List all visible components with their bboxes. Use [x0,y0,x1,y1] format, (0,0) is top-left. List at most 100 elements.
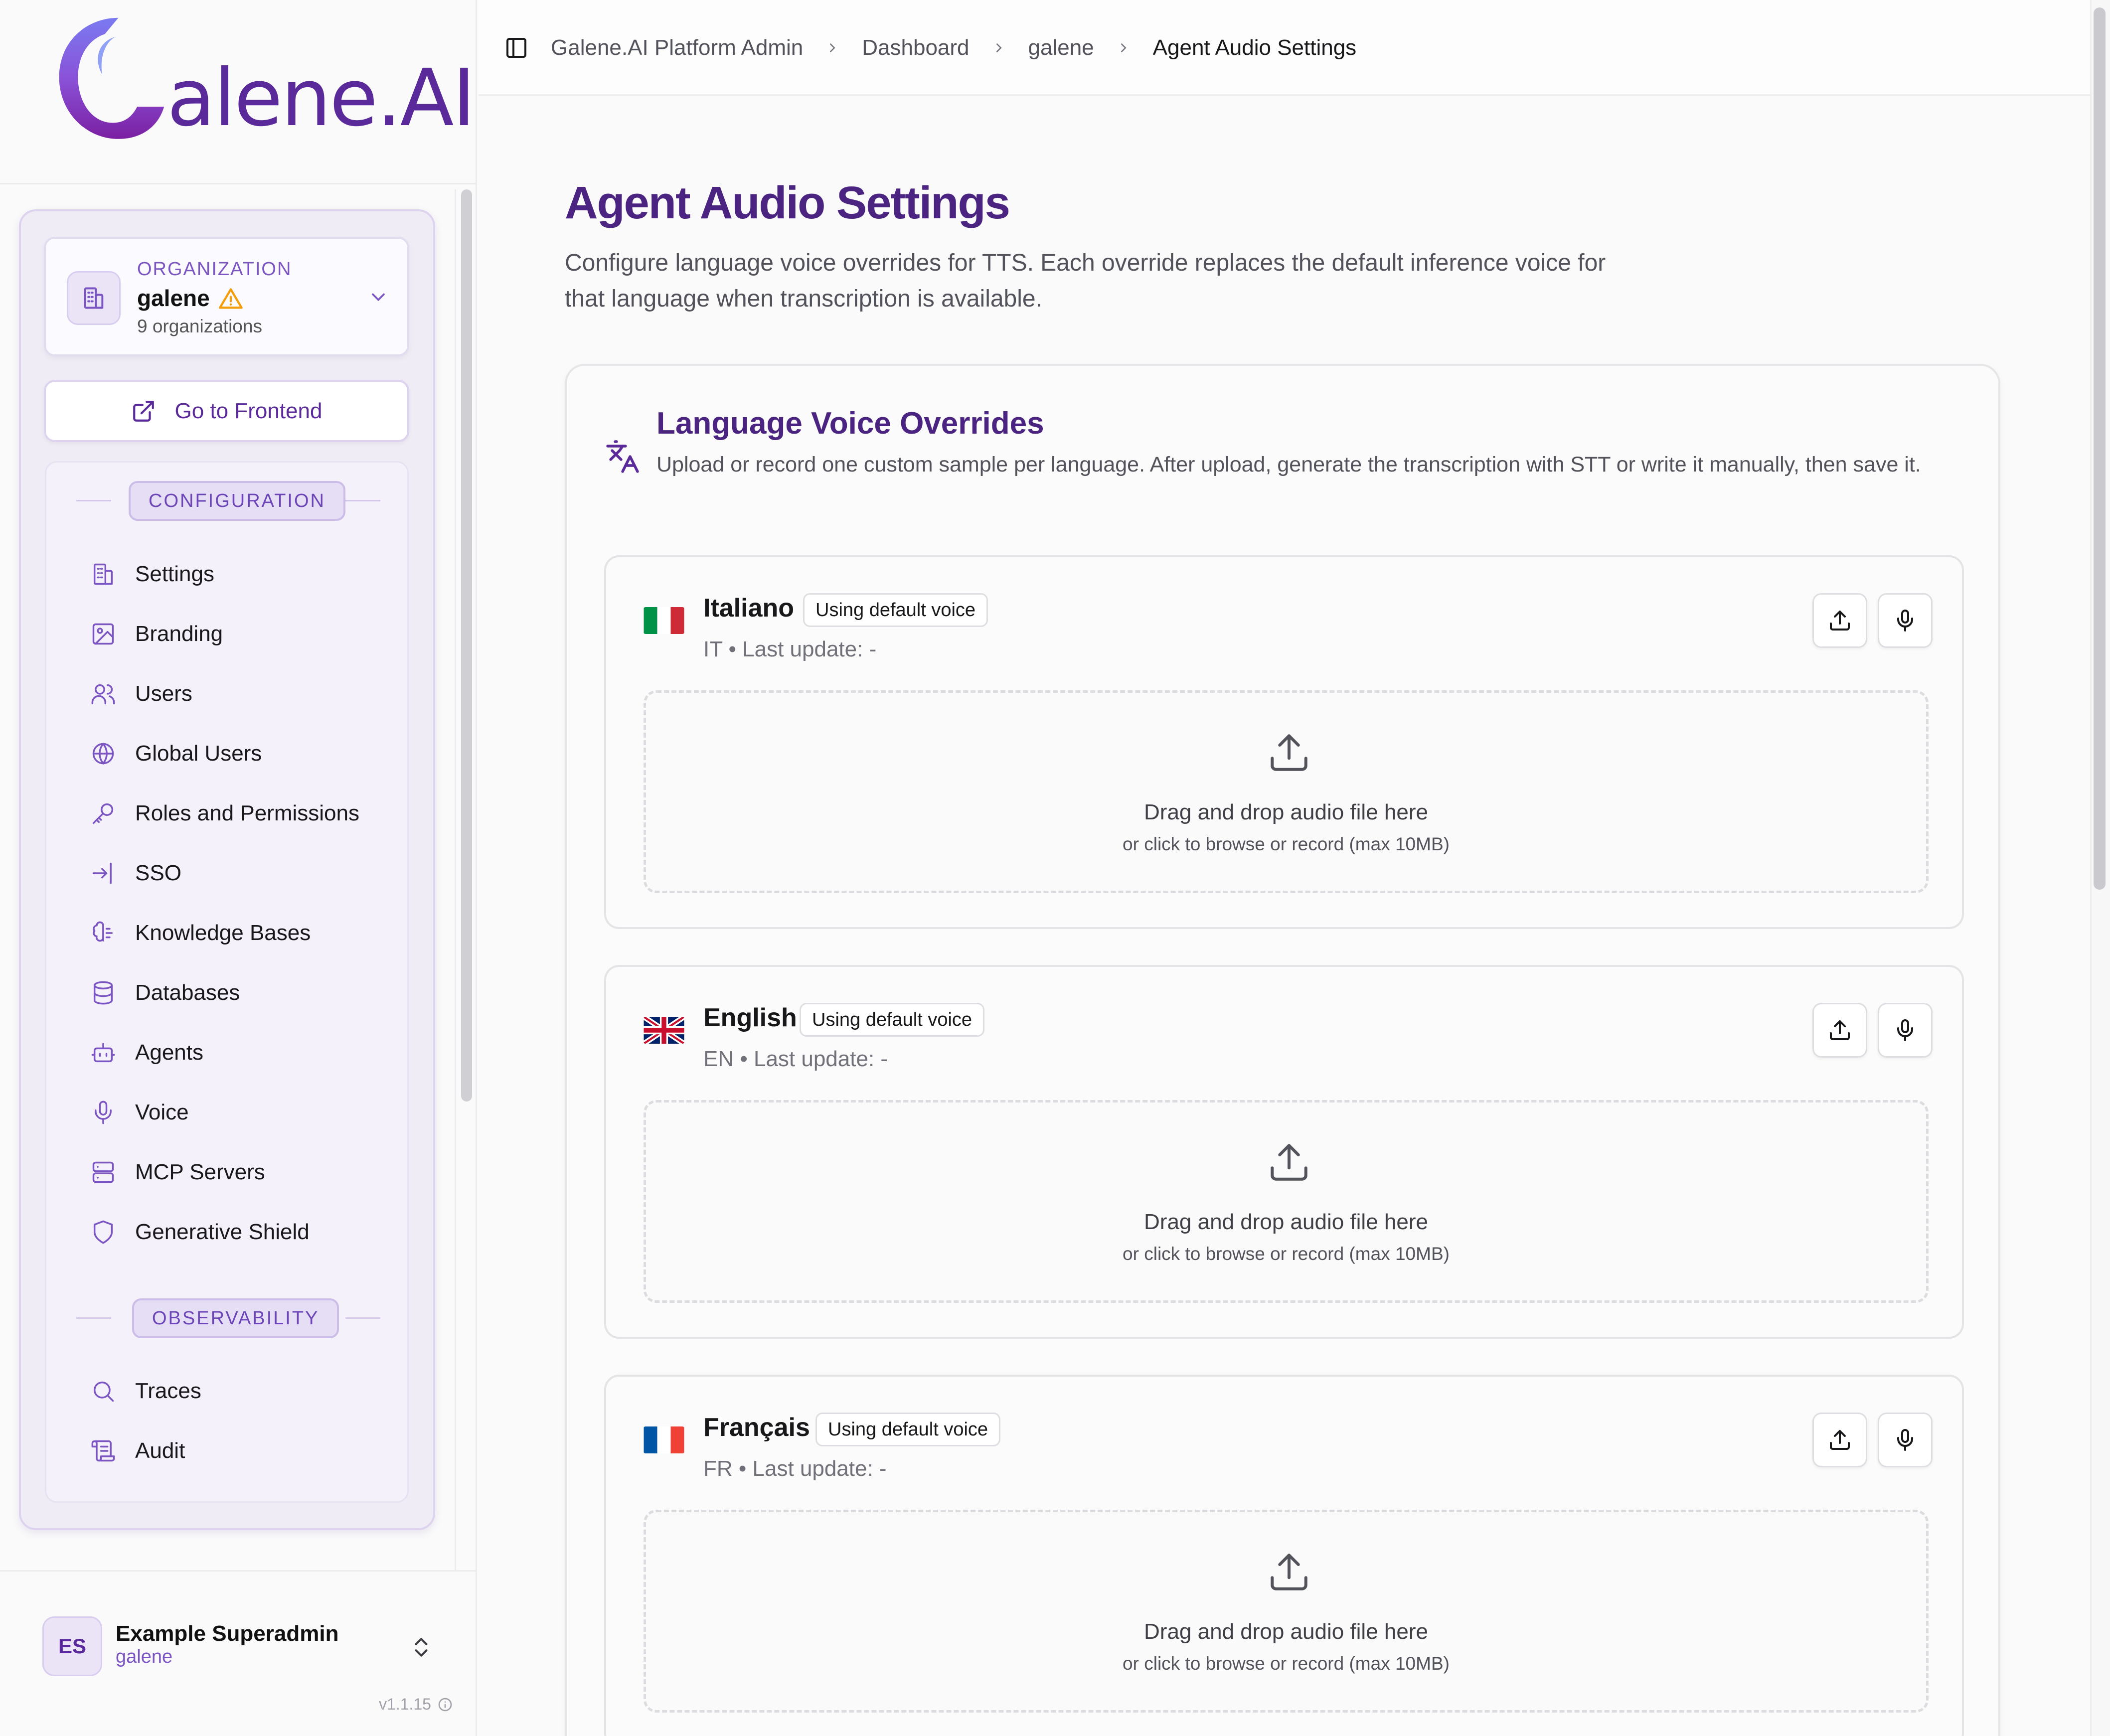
languages-icon [606,440,639,473]
warning-icon [219,288,243,309]
chevron-down-icon [372,293,385,302]
sidebar-item-users[interactable]: Users [90,671,409,716]
italy-flag-icon [644,607,684,634]
upload-button[interactable] [1812,593,1867,648]
upload-icon [1830,1020,1850,1040]
language-override-english: English Using default voice EN • Last up… [604,965,1964,1339]
sidebar-item-label: MCP Servers [135,1160,265,1184]
building-icon [67,271,121,325]
breadcrumb-item[interactable]: galene [1028,35,1094,60]
upload-icon [1271,734,1307,771]
page-description-line: that language when transcription is avai… [565,286,1042,312]
breadcrumb-item[interactable]: Dashboard [862,35,969,60]
card-description: Upload or record one custom sample per l… [656,453,1921,476]
france-flag-icon [644,1426,684,1453]
upload-button[interactable] [1812,1003,1867,1058]
organization-label: ORGANIZATION [137,259,292,280]
sidebar-item-sso[interactable]: SSO [90,851,409,896]
sidebar-item-settings[interactable]: Settings [90,552,409,597]
sidebar-item-label: Knowledge Bases [135,921,311,945]
dropzone-subtitle: or click to browse or record (max 10MB) [1123,1244,1450,1264]
sidebar-item-roles-and-permissions[interactable]: Roles and Permissions [90,791,409,836]
audio-dropzone[interactable]: Drag and drop audio file here or click t… [644,1510,1929,1713]
sidebar-item-label: Roles and Permissions [135,801,359,825]
dropzone-title: Drag and drop audio file here [1144,1619,1428,1644]
organization-switcher[interactable]: ORGANIZATION galene 9 organizations [44,237,409,356]
dropzone-title: Drag and drop audio file here [1144,800,1428,824]
audio-dropzone[interactable]: Drag and drop audio file here or click t… [644,690,1929,893]
dropzone-subtitle: or click to browse or record (max 10MB) [1123,834,1450,854]
mic-icon [1897,1019,1913,1041]
chevrons-up-down-icon[interactable] [409,1632,434,1662]
language-name: Italiano [703,594,795,623]
record-button[interactable] [1878,1413,1933,1467]
go-to-frontend-label: Go to Frontend [174,398,323,423]
login-icon [92,862,112,884]
go-to-frontend-button[interactable]: Go to Frontend [44,380,409,442]
upload-button[interactable] [1812,1413,1867,1467]
sidebar-item-agents[interactable]: Agents [90,1030,409,1075]
record-button[interactable] [1878,1003,1933,1058]
user-name: Example Superadmin [116,1621,339,1646]
sidebar-item-branding[interactable]: Branding [90,612,409,656]
sidebar-item-knowledge-bases[interactable]: Knowledge Bases [90,911,409,955]
language-override-francais: Français Using default voice FR • Last u… [604,1375,1964,1736]
sidebar-item-label: SSO [135,861,181,885]
sidebar-item-label: Settings [135,562,214,586]
image-icon [92,623,114,645]
top-bar: Galene.AI Platform Admin Dashboard galen… [479,0,2090,96]
breadcrumb-item[interactable]: Galene.AI Platform Admin [551,35,803,60]
navigation-menu: CONFIGURATION Settings Branding Users Gl… [45,461,409,1503]
scroll-icon [91,1440,115,1462]
status-badge: Using default voice [815,1413,1001,1446]
sidebar-toggle-icon[interactable] [504,36,528,60]
sidebar-item-label: Branding [135,622,223,646]
breadcrumb-current: Agent Audio Settings [1152,35,1357,60]
section-title: OBSERVABILITY [132,1298,339,1338]
page-title: Agent Audio Settings [565,177,1010,228]
status-badge: Using default voice [800,1003,985,1037]
dropzone-subtitle: or click to browse or record (max 10MB) [1123,1653,1450,1674]
upload-icon [1271,1144,1307,1181]
sidebar-item-traces[interactable]: Traces [90,1369,409,1414]
mic-icon [95,1101,112,1124]
chevron-right-icon [1121,43,1127,52]
breadcrumb: Galene.AI Platform Admin Dashboard galen… [551,0,1356,96]
key-icon [92,803,114,824]
upload-icon [1830,611,1850,631]
sidebar-item-voice[interactable]: Voice [90,1090,409,1135]
audio-dropzone[interactable]: Drag and drop audio file here or click t… [644,1100,1929,1303]
chevron-right-icon [830,43,835,52]
sidebar-item-global-users[interactable]: Global Users [90,731,409,776]
sidebar-item-label: Global Users [135,741,262,766]
sidebar-item-audit[interactable]: Audit [90,1428,409,1473]
user-organization: galene [116,1646,173,1667]
building-icon [93,563,113,585]
sidebar-item-generative-shield[interactable]: Generative Shield [90,1210,409,1255]
brand-logo[interactable]: alene.AI [0,0,477,184]
language-name: Français [703,1413,810,1442]
chevron-right-icon [996,43,1002,52]
section-header-observability: OBSERVABILITY [46,1298,410,1338]
sidebar-scroll-track [455,189,456,1570]
sidebar-item-label: Audit [135,1438,185,1463]
user-menu[interactable]: ES Example Superadmin galene v1.1.15 [0,1570,477,1736]
sidebar-scrollbar[interactable] [461,189,472,1102]
server-icon [92,1161,114,1183]
section-header-configuration: CONFIGURATION [46,481,410,521]
sidebar-item-databases[interactable]: Databases [90,970,409,1015]
sidebar-item-label: Users [135,681,192,706]
page-description: Configure language voice overrides for T… [565,245,1711,317]
globe-icon [92,742,114,765]
brain-icon [93,921,113,942]
users-icon [91,684,115,705]
page-description-line: Configure language voice overrides for T… [565,250,1606,276]
sidebar-item-mcp-servers[interactable]: MCP Servers [90,1150,409,1195]
language-meta: EN • Last update: - [703,1047,888,1071]
sidebar: alene.AI ORGANIZATION galene 9 organizat… [0,0,477,1736]
record-button[interactable] [1878,593,1933,648]
info-icon[interactable] [437,1697,453,1713]
bot-icon [91,1043,115,1063]
external-link-icon [133,400,154,422]
page-scrollbar[interactable] [2094,7,2106,890]
